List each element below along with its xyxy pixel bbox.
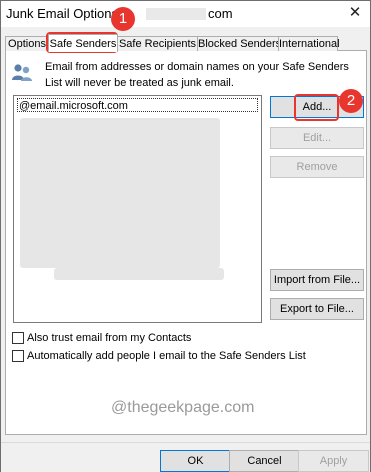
redacted-entries [20, 118, 220, 268]
highlight-add-button [294, 94, 339, 121]
tab-blocked-senders[interactable]: Blocked Senders [197, 36, 281, 51]
tab-options[interactable]: Options [5, 36, 49, 51]
tab-safe-recipients[interactable]: Safe Recipients [117, 36, 198, 51]
cancel-button[interactable]: Cancel [229, 450, 300, 472]
close-icon[interactable]: ✕ [346, 4, 364, 22]
step-1-marker: 1 [111, 7, 135, 31]
edit-button[interactable]: Edit... [270, 127, 364, 149]
title-bar: Junk Email Options - com ✕ [1, 1, 370, 27]
list-item[interactable]: @email.microsoft.com [17, 98, 258, 112]
tab-international[interactable]: International [278, 36, 340, 51]
redacted-email [146, 8, 206, 20]
import-from-file-button[interactable]: Import from File... [270, 269, 364, 291]
window-title-domain: com [208, 6, 233, 21]
trust-contacts-label: Also trust email from my Contacts [27, 332, 192, 344]
junk-email-options-window: Junk Email Options - com ✕ Options Safe … [0, 0, 371, 472]
step-2-marker: 2 [339, 89, 363, 113]
auto-add-label: Automatically add people I email to the … [27, 350, 306, 362]
description-text: Email from addresses or domain names on … [45, 61, 349, 89]
people-icon [12, 64, 32, 81]
redacted-entries-tail [54, 268, 224, 280]
trust-contacts-checkbox[interactable] [12, 332, 24, 344]
export-to-file-button[interactable]: Export to File... [270, 298, 364, 320]
watermark: @thegeekpage.com [111, 399, 255, 416]
tab-safe-senders[interactable]: Safe Senders [48, 34, 118, 52]
remove-button[interactable]: Remove [270, 156, 364, 178]
auto-add-checkbox[interactable] [12, 350, 24, 362]
safe-senders-list[interactable]: @email.microsoft.com [13, 95, 262, 323]
window-title: Junk Email Options - [6, 6, 126, 21]
ok-button[interactable]: OK [160, 450, 231, 472]
apply-button[interactable]: Apply [298, 450, 369, 472]
